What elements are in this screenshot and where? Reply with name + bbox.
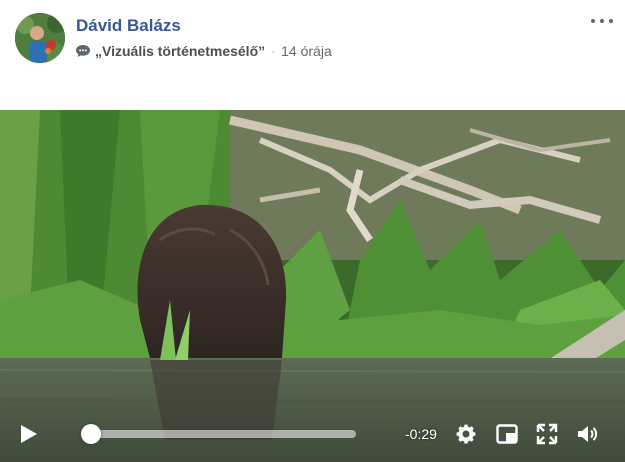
fullscreen-icon[interactable] — [535, 422, 559, 446]
activity-label[interactable]: „Vizuális történetmesélő” — [95, 43, 265, 59]
post-header: Dávid Balázs „Vizuális történetmesélő” ·… — [0, 0, 625, 110]
post-timestamp[interactable]: 14 órája — [281, 43, 332, 59]
volume-icon[interactable] — [576, 422, 600, 446]
settings-gear-icon[interactable] — [454, 422, 478, 446]
speech-bubble-icon — [75, 43, 91, 59]
more-options-button[interactable] — [591, 12, 613, 30]
play-icon[interactable] — [20, 424, 38, 444]
video-player[interactable]: -0:29 — [0, 110, 625, 462]
picture-in-picture-icon[interactable] — [495, 422, 519, 446]
progress-bar[interactable] — [91, 430, 356, 438]
avatar[interactable] — [15, 13, 65, 63]
time-remaining: -0:29 — [405, 426, 437, 442]
meta-separator: · — [271, 44, 276, 58]
video-controls: -0:29 — [0, 410, 625, 462]
more-horizontal-icon — [591, 19, 595, 23]
author-name[interactable]: Dávid Balázs — [76, 16, 181, 36]
post-meta: „Vizuális történetmesélő” · 14 órája — [75, 42, 332, 60]
progress-handle[interactable] — [81, 424, 101, 444]
